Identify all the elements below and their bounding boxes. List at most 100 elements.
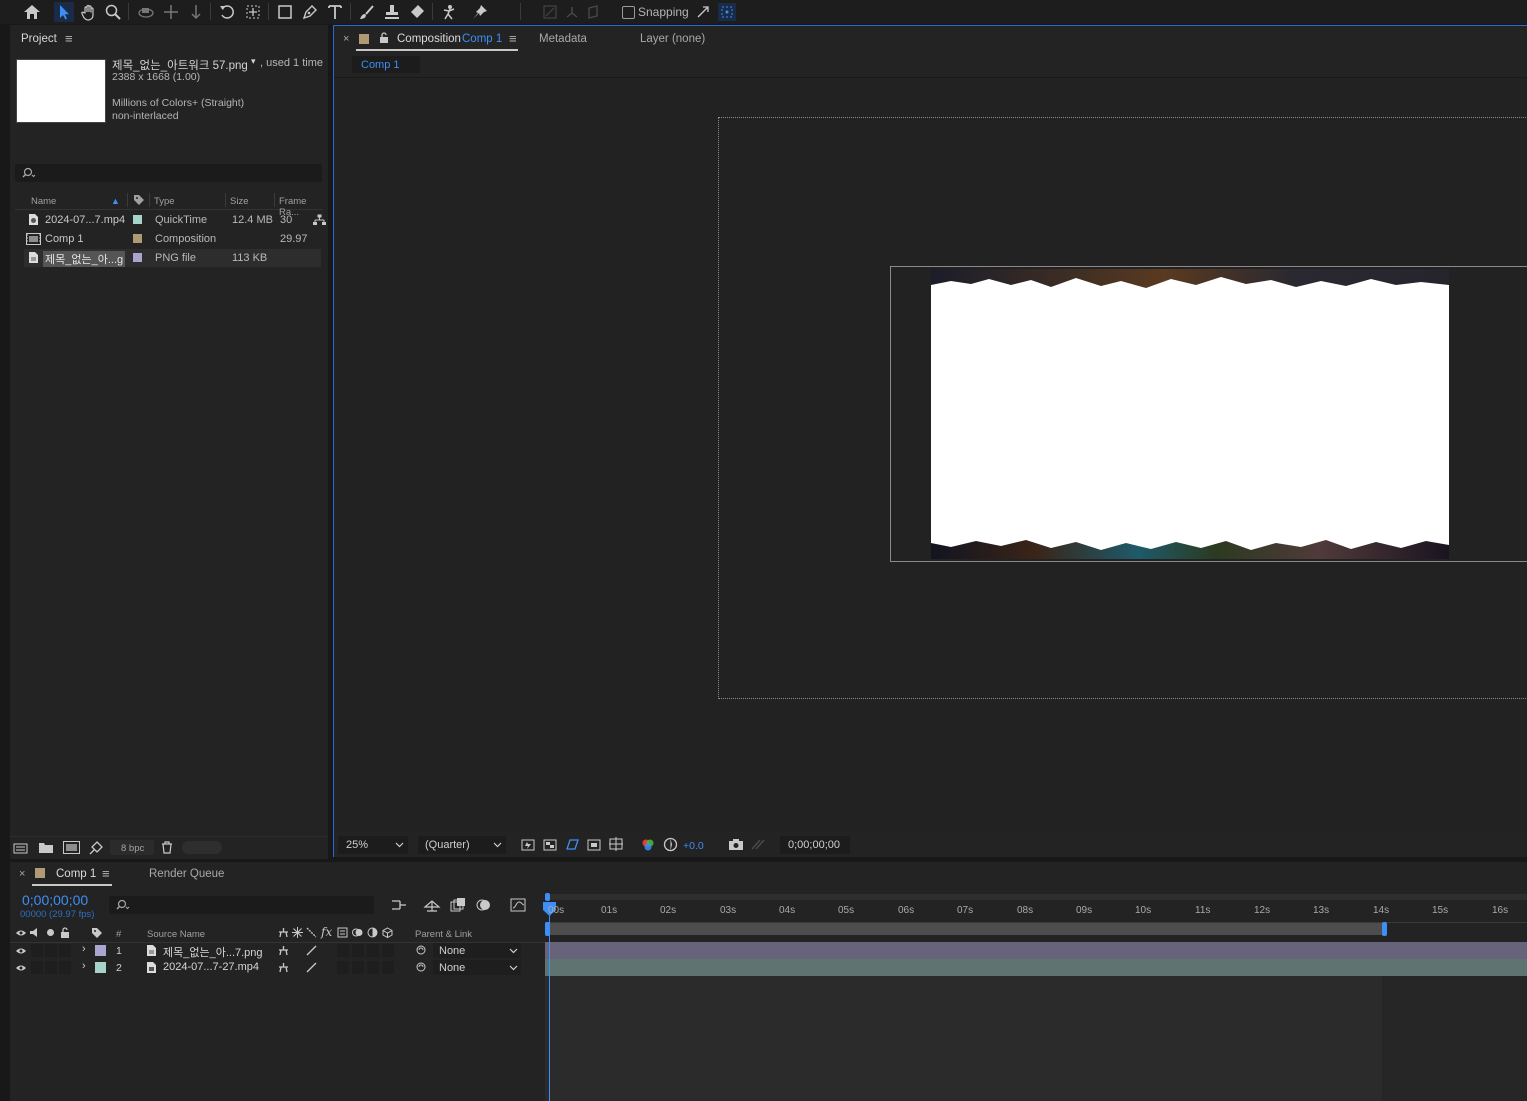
switch-slot[interactable] xyxy=(382,944,394,957)
motion-blur-col-icon[interactable] xyxy=(352,927,363,938)
sort-up-icon[interactable]: ▲ xyxy=(111,196,120,206)
time-navigator[interactable] xyxy=(545,894,1527,900)
frame-blending-col-icon[interactable] xyxy=(337,927,348,938)
panel-menu-icon[interactable]: ≡ xyxy=(509,31,517,46)
pan-camera-icon[interactable] xyxy=(161,2,181,22)
view-axis-icon[interactable] xyxy=(585,2,605,22)
snapshot-camera-icon[interactable] xyxy=(728,838,744,851)
layer-source-name[interactable]: 2024-07...7-27.mp4 xyxy=(163,961,259,973)
roto-brush-icon[interactable] xyxy=(439,2,459,22)
list-item[interactable]: Comp 1 Composition 29.97 xyxy=(24,230,321,248)
bit-depth-button[interactable]: 8 bpc xyxy=(110,840,154,855)
local-axis-icon[interactable] xyxy=(540,2,560,22)
solo-icon[interactable] xyxy=(46,928,55,937)
col-name[interactable]: Name xyxy=(31,196,56,207)
switch-slot[interactable] xyxy=(382,961,394,974)
zoom-tool-icon[interactable] xyxy=(103,2,123,22)
parent-dropdown[interactable]: None xyxy=(433,960,521,975)
close-tab-icon[interactable]: × xyxy=(19,868,25,880)
channels-icon[interactable] xyxy=(641,838,655,852)
eye-icon[interactable] xyxy=(15,964,27,972)
solo-switch[interactable] xyxy=(45,961,57,974)
tab-render-queue[interactable]: Render Queue xyxy=(149,868,224,880)
parent-dropdown[interactable]: None xyxy=(433,943,521,958)
switch-slot[interactable] xyxy=(352,961,364,974)
col-size[interactable]: Size xyxy=(230,196,248,207)
time-graph[interactable] xyxy=(543,890,1527,1101)
list-item-selected[interactable]: 제목_없는_아...g PNG file 113 KB xyxy=(24,249,321,267)
home-icon[interactable] xyxy=(22,2,42,22)
lock-switch[interactable] xyxy=(59,961,71,974)
trash-icon[interactable] xyxy=(161,841,173,854)
switch-slot[interactable] xyxy=(337,961,349,974)
new-composition-icon[interactable] xyxy=(63,841,80,854)
shy-switch-icon[interactable] xyxy=(278,962,289,973)
snap-features-icon[interactable] xyxy=(718,3,736,21)
mask-visibility-icon[interactable] xyxy=(565,837,580,852)
fast-previews-icon[interactable] xyxy=(521,838,536,852)
composition-mini-flowchart-icon[interactable] xyxy=(390,897,408,913)
thumbnail-size-slider[interactable] xyxy=(182,841,222,854)
shy-icon[interactable] xyxy=(278,927,289,938)
collapse-transformation-icon[interactable] xyxy=(292,927,303,938)
switch-slot[interactable] xyxy=(352,944,364,957)
solo-switch[interactable] xyxy=(45,944,57,957)
expand-chevron-icon[interactable]: › xyxy=(82,960,86,972)
puppet-pin-icon[interactable] xyxy=(470,2,490,22)
pick-whip-icon[interactable] xyxy=(415,944,427,956)
pen-tool-icon[interactable] xyxy=(300,2,320,22)
tab-project[interactable]: Project xyxy=(21,33,57,45)
quality-switch-icon[interactable] xyxy=(306,962,317,973)
reset-exposure-icon[interactable] xyxy=(663,837,678,852)
timeline-current-time[interactable]: 0;00;00;00 xyxy=(22,892,88,908)
brush-tool-icon[interactable] xyxy=(357,2,377,22)
show-snapshot-icon[interactable] xyxy=(750,838,766,851)
snapping-checkbox[interactable] xyxy=(621,5,635,19)
motion-blur-icon[interactable] xyxy=(476,897,492,913)
exposure-value[interactable]: +0.0 xyxy=(683,840,704,852)
selection-tool-icon[interactable] xyxy=(54,2,74,22)
new-folder-icon[interactable] xyxy=(39,842,53,854)
panel-menu-icon[interactable]: ≡ xyxy=(65,31,73,46)
switch-slot[interactable] xyxy=(367,961,379,974)
rectangle-tool-icon[interactable] xyxy=(275,2,295,22)
project-search-input[interactable] xyxy=(15,164,322,182)
col-source-name[interactable]: Source Name xyxy=(147,929,205,940)
snap-options-icon[interactable] xyxy=(694,2,712,22)
list-item[interactable]: 2024-07...7.mp4 QuickTime 12.4 MB 30 xyxy=(24,211,326,229)
layer-label-color[interactable] xyxy=(95,945,106,956)
region-of-interest-icon[interactable] xyxy=(587,838,602,852)
label-tag-icon[interactable] xyxy=(133,194,145,206)
label-tag-icon[interactable] xyxy=(91,927,103,939)
audio-icon[interactable] xyxy=(29,927,41,938)
transparency-grid-icon[interactable] xyxy=(543,838,558,852)
adjustment-layer-icon[interactable] xyxy=(367,927,378,938)
hand-tool-icon[interactable] xyxy=(79,2,99,22)
layer-bar-2[interactable] xyxy=(545,959,1527,976)
switch-slot[interactable] xyxy=(367,944,379,957)
lock-switch[interactable] xyxy=(59,944,71,957)
clone-stamp-icon[interactable] xyxy=(382,2,402,22)
pick-whip-icon[interactable] xyxy=(415,961,427,973)
breadcrumb[interactable]: Comp 1 xyxy=(352,56,420,73)
tab-timeline-comp[interactable]: Comp 1 xyxy=(56,868,96,880)
audio-switch[interactable] xyxy=(31,961,43,974)
video-visibility-icon[interactable] xyxy=(15,929,27,937)
col-type[interactable]: Type xyxy=(154,196,175,207)
3d-layer-icon[interactable] xyxy=(382,927,393,938)
composition-viewer[interactable] xyxy=(334,78,1527,832)
quality-icon[interactable] xyxy=(306,927,317,938)
navigator-start-handle[interactable] xyxy=(545,893,550,901)
label-color-swatch[interactable] xyxy=(133,253,142,262)
graph-editor-icon[interactable] xyxy=(510,897,526,913)
panel-menu-icon[interactable]: ≡ xyxy=(102,866,110,881)
frame-blending-icon[interactable] xyxy=(450,897,466,913)
eraser-tool-icon[interactable] xyxy=(407,2,427,22)
guides-grid-icon[interactable] xyxy=(609,837,624,852)
effects-icon[interactable]: fx xyxy=(321,925,332,939)
layer-label-color[interactable] xyxy=(95,962,106,973)
lock-icon[interactable] xyxy=(379,32,389,44)
resolution-dropdown[interactable]: (Quarter) xyxy=(418,836,506,854)
timeline-search-input[interactable] xyxy=(109,896,374,914)
tab-metadata[interactable]: Metadata xyxy=(539,33,587,45)
